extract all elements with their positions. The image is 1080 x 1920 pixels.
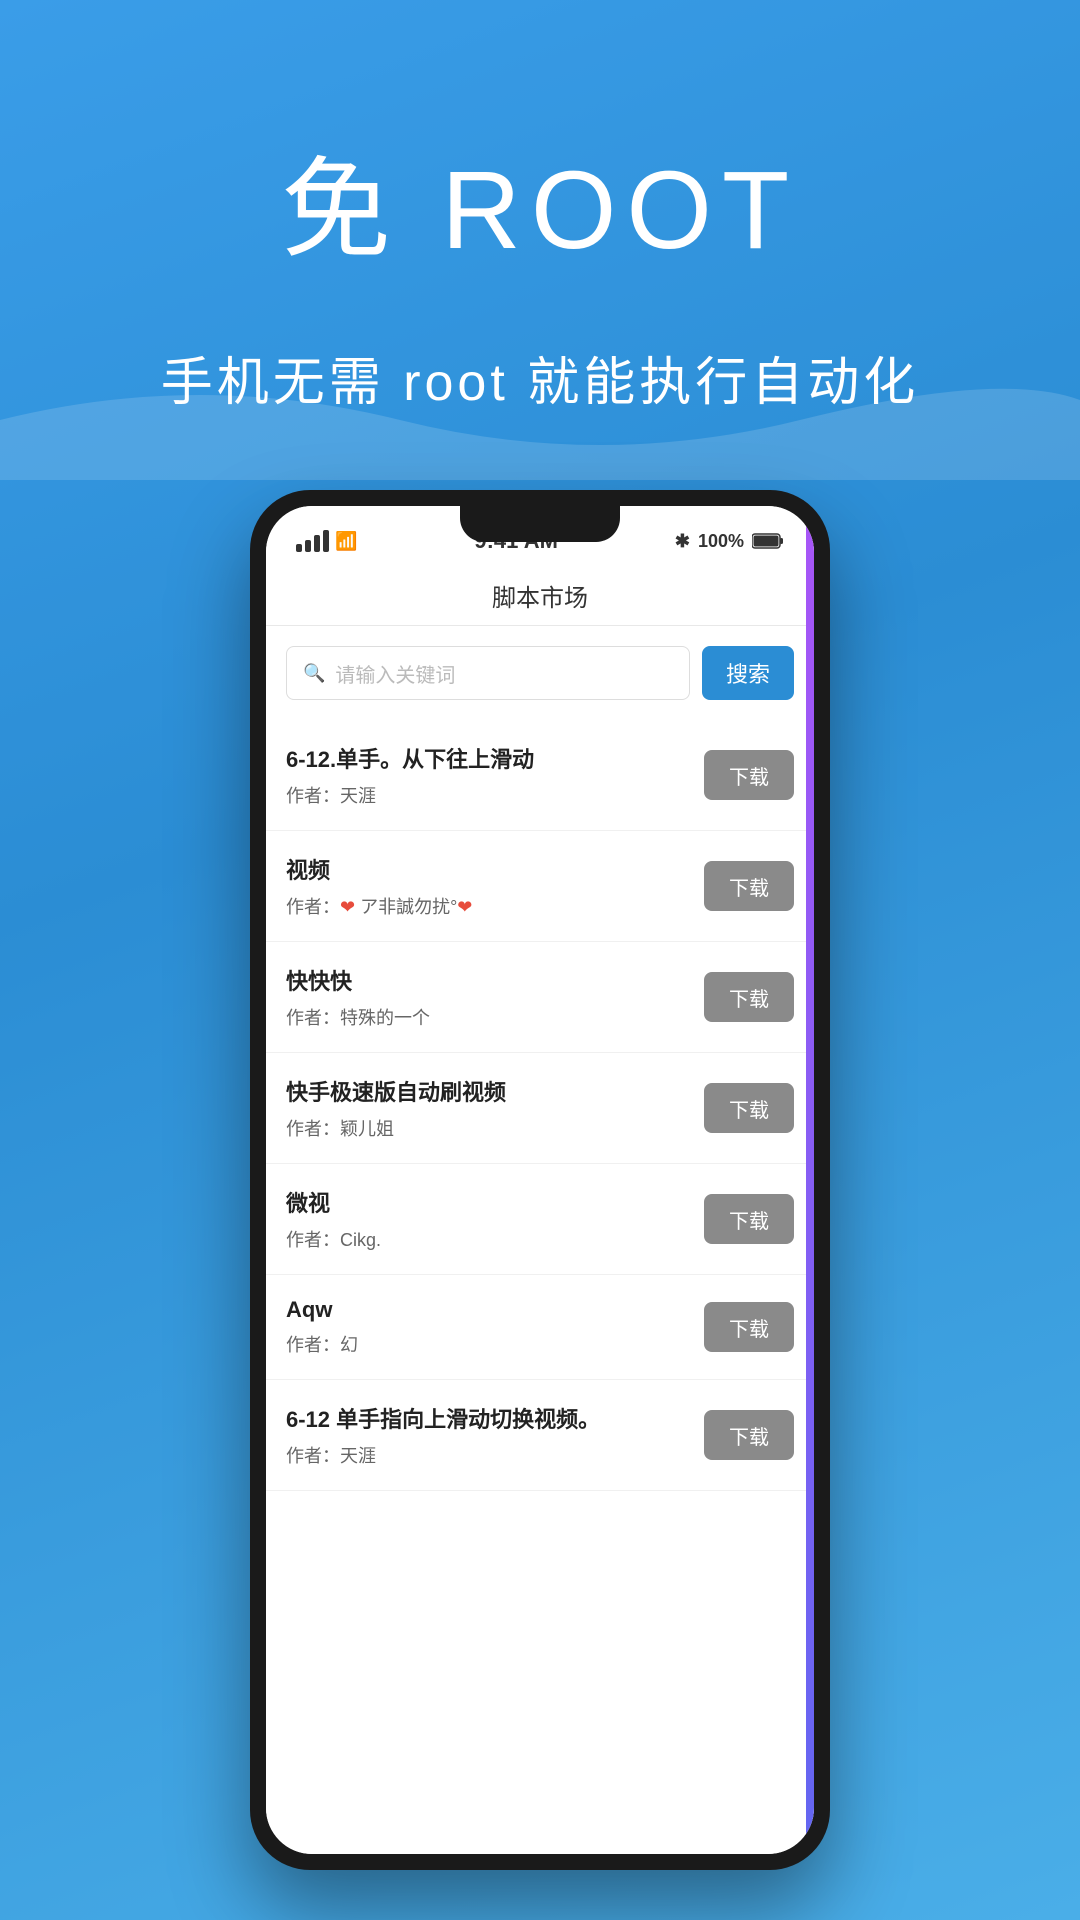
list-item: 快快快 作者：特殊的一个 下载 [266, 942, 814, 1053]
script-name: Aqw [286, 1297, 704, 1323]
phone-screen: 📶 9:41 AM ✱ 100% 脚本市场 [266, 506, 814, 1854]
search-input-wrapper[interactable]: 🔍 请输入关键词 [286, 646, 690, 700]
heart-icon-2: ❤ [457, 897, 472, 917]
script-author: 作者：❤ ︎ア非誠勿扰°❤ [286, 893, 704, 919]
battery-icon [752, 532, 784, 550]
download-button[interactable]: 下载 [704, 1194, 794, 1244]
download-button[interactable]: 下载 [704, 1410, 794, 1460]
download-button[interactable]: 下载 [704, 750, 794, 800]
signal-bar-2 [305, 540, 311, 552]
download-button[interactable]: 下载 [704, 972, 794, 1022]
hero-title: 免 ROOT [0, 120, 1080, 280]
download-button[interactable]: 下载 [704, 861, 794, 911]
script-author: 作者：Cikg. [286, 1226, 704, 1252]
hero-section: 免 ROOT 手机无需 root 就能执行自动化 [0, 0, 1080, 415]
script-name: 视频 [286, 853, 704, 885]
script-author: 作者：天涯 [286, 782, 704, 808]
status-right: ✱ 100% [675, 531, 784, 552]
script-info: 6-12.单手。从下往上滑动 作者：天涯 [286, 742, 704, 808]
phone-frame: 📶 9:41 AM ✱ 100% 脚本市场 [250, 490, 830, 1870]
script-author: 作者：颖儿姐 [286, 1115, 704, 1141]
list-item: 6-12 单手指向上滑动切换视频。 作者：天涯 下载 [266, 1380, 814, 1491]
battery-percent: 100% [698, 531, 744, 552]
download-button[interactable]: 下载 [704, 1083, 794, 1133]
script-info: 微视 作者：Cikg. [286, 1186, 704, 1252]
script-name: 6-12 单手指向上滑动切换视频。 [286, 1402, 704, 1434]
list-item: Aqw 作者：幻 下载 [266, 1275, 814, 1380]
search-button[interactable]: 搜索 [702, 646, 794, 700]
heart-icon: ❤ [340, 897, 355, 917]
list-item: 微视 作者：Cikg. 下载 [266, 1164, 814, 1275]
phone-notch [460, 506, 620, 542]
search-section: 🔍 请输入关键词 搜索 [266, 626, 814, 720]
script-info: 6-12 单手指向上滑动切换视频。 作者：天涯 [286, 1402, 704, 1468]
search-placeholder: 请输入关键词 [335, 659, 455, 688]
side-accent-bar [806, 506, 814, 1854]
wave-decoration [0, 360, 1080, 480]
app-header-title: 脚本市场 [492, 578, 588, 613]
screen-content: 🔍 请输入关键词 搜索 6-12.单手。从下往上滑动 作者：天涯 下载 [266, 626, 814, 1854]
script-author: 作者：天涯 [286, 1442, 704, 1468]
script-name: 6-12.单手。从下往上滑动 [286, 742, 704, 774]
signal-bar-4 [323, 530, 329, 552]
list-item: 快手极速版自动刷视频 作者：颖儿姐 下载 [266, 1053, 814, 1164]
script-list: 6-12.单手。从下往上滑动 作者：天涯 下载 视频 作者：❤ ︎ア非誠勿扰°❤ [266, 720, 814, 1854]
search-icon: 🔍 [303, 663, 325, 684]
wifi-icon: 📶 [335, 531, 357, 552]
bluetooth-icon: ✱ [675, 531, 690, 552]
app-header: 脚本市场 [266, 566, 814, 626]
script-info: 快手极速版自动刷视频 作者：颖儿姐 [286, 1075, 704, 1141]
script-info: 视频 作者：❤ ︎ア非誠勿扰°❤ [286, 853, 704, 919]
script-info: Aqw 作者：幻 [286, 1297, 704, 1357]
script-author: 作者：幻 [286, 1331, 704, 1357]
list-item: 视频 作者：❤ ︎ア非誠勿扰°❤ 下载 [266, 831, 814, 942]
script-author: 作者：特殊的一个 [286, 1004, 704, 1030]
list-item: 6-12.单手。从下往上滑动 作者：天涯 下载 [266, 720, 814, 831]
script-info: 快快快 作者：特殊的一个 [286, 964, 704, 1030]
signal-bars-icon [296, 530, 329, 552]
signal-bar-1 [296, 544, 302, 552]
script-name: 微视 [286, 1186, 704, 1218]
download-button[interactable]: 下载 [704, 1302, 794, 1352]
status-left: 📶 [296, 530, 357, 552]
signal-bar-3 [314, 535, 320, 552]
script-name: 快手极速版自动刷视频 [286, 1075, 704, 1107]
script-name: 快快快 [286, 964, 704, 996]
phone-mockup: 📶 9:41 AM ✱ 100% 脚本市场 [250, 490, 830, 1870]
